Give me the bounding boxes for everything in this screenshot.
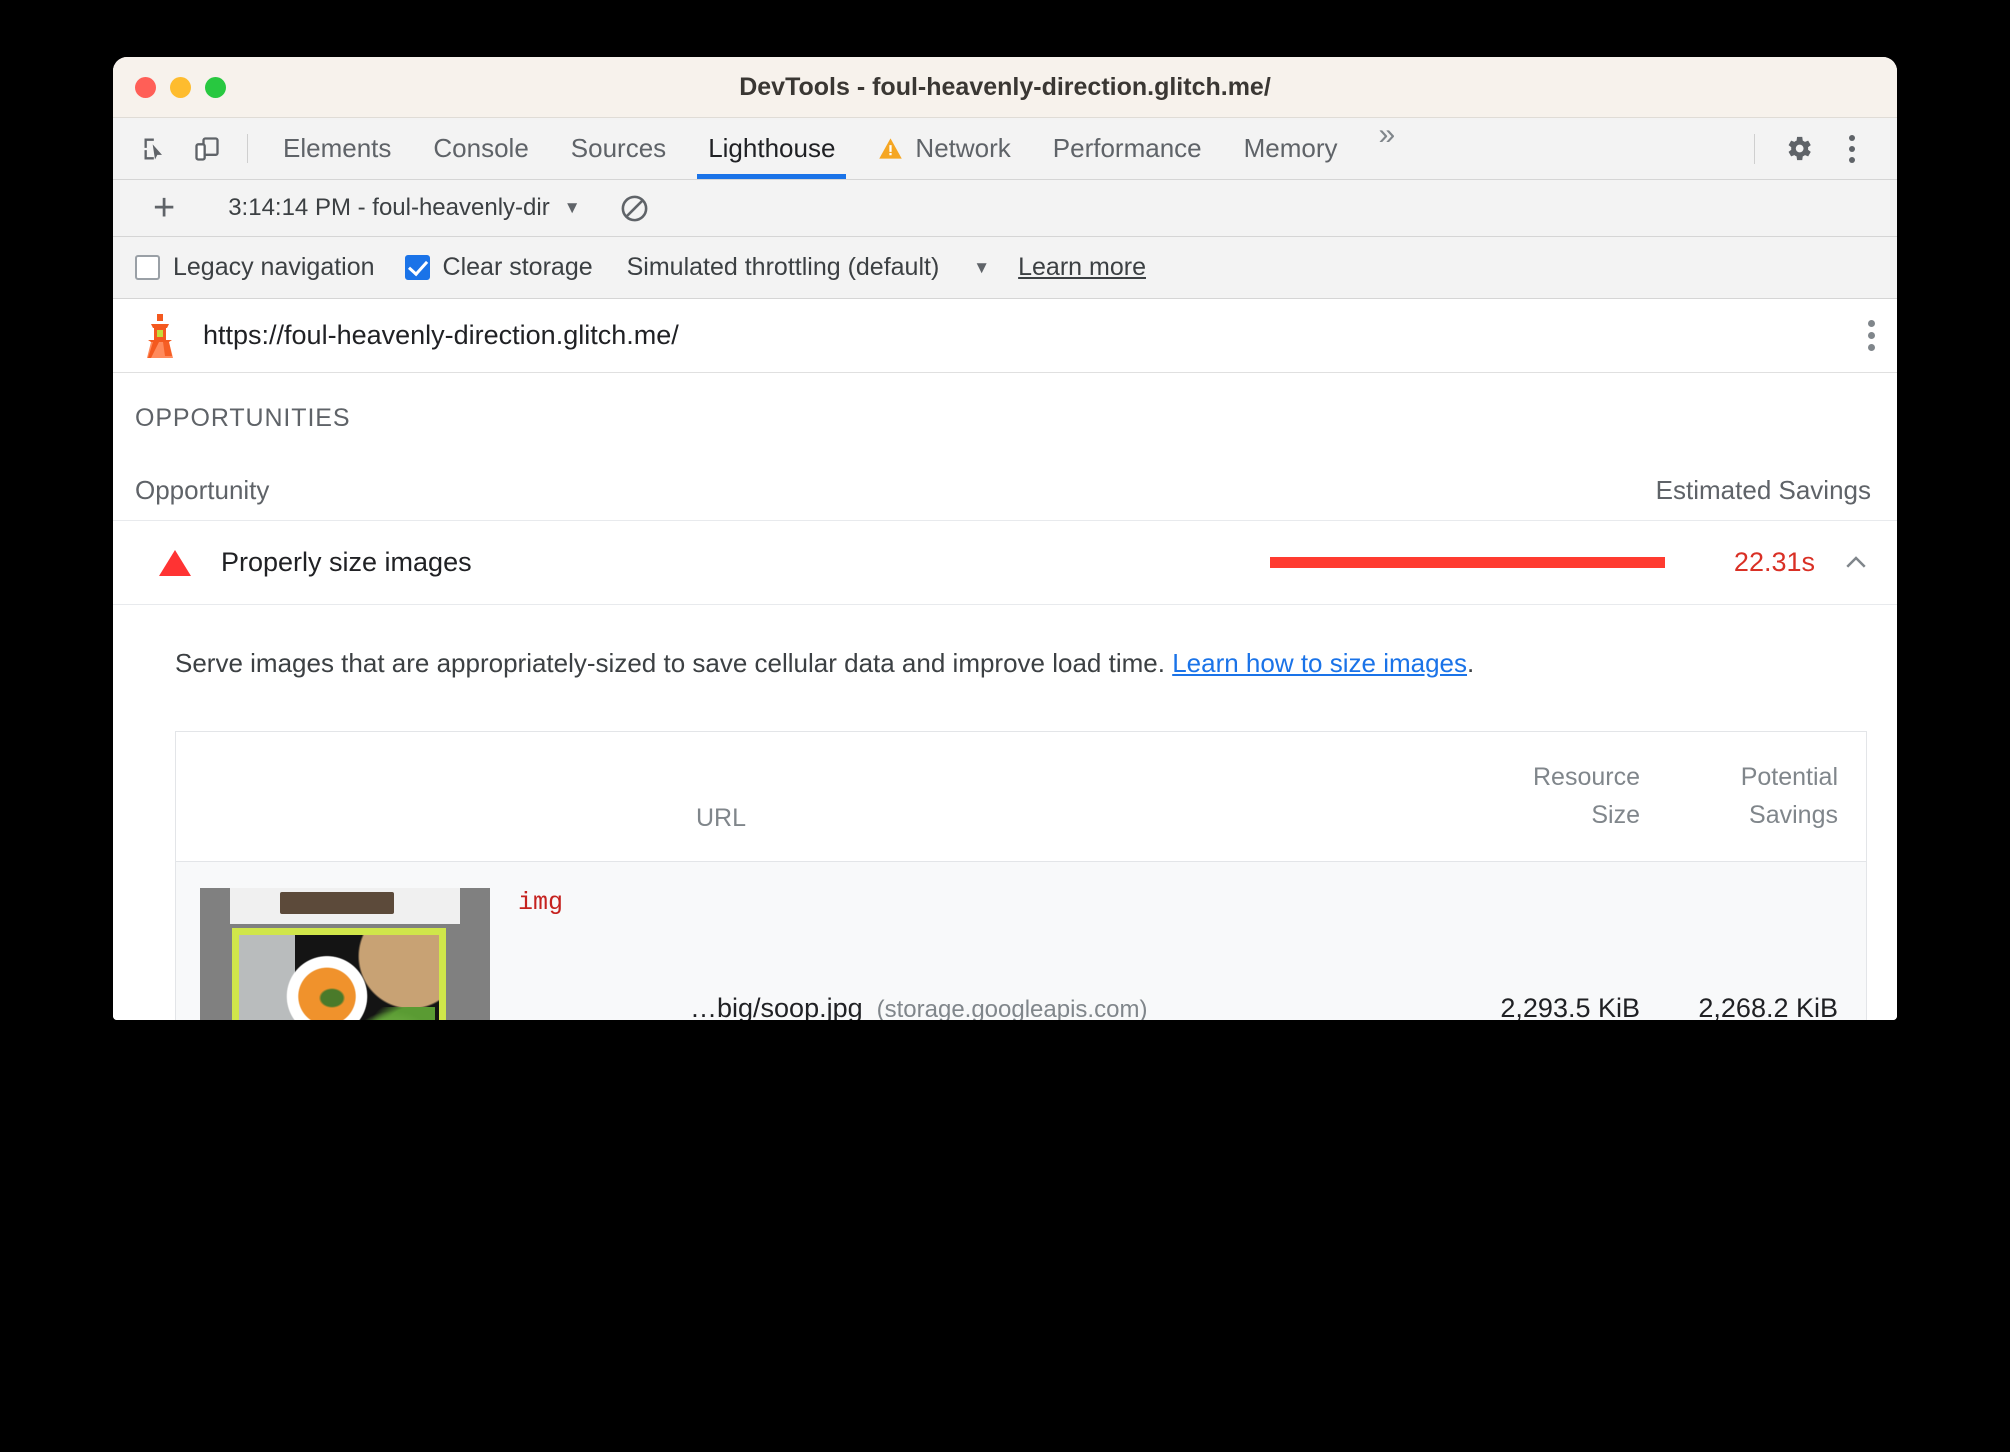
column-header-potential-savings: Potential Savings [1668, 758, 1838, 836]
opportunity-savings-value: 22.31s [1733, 547, 1815, 577]
soup-photo [239, 935, 439, 1020]
legacy-navigation-label: Legacy navigation [173, 253, 375, 281]
chevron-down-icon: ▼ [973, 257, 991, 277]
lighthouse-report: OPPORTUNITIES Opportunity Estimated Savi… [113, 373, 1897, 1020]
toolbar-divider [247, 134, 248, 163]
tab-performance[interactable]: Performance [1032, 118, 1223, 179]
kebab-menu-icon[interactable] [1825, 134, 1879, 163]
description-period: . [1467, 648, 1475, 678]
opportunity-title: Properly size images [221, 547, 472, 577]
column-header-resource-size: Resource Size [1480, 758, 1640, 836]
more-tabs-icon[interactable]: » [1359, 118, 1416, 179]
opportunities-section-title: OPPORTUNITIES [135, 404, 351, 432]
thumbnail-card-top [230, 888, 460, 925]
throttling-select[interactable]: Simulated throttling (default) ▼ [627, 253, 991, 282]
report-menu-icon[interactable] [1868, 320, 1875, 351]
basil-leaves [365, 1007, 435, 1020]
column-header-url: URL [696, 804, 747, 833]
tab-label: Network [915, 133, 1011, 163]
column-header-opportunity: Opportunity [135, 475, 270, 505]
tabbar-actions [1738, 118, 1897, 179]
thumbnail-highlight-box: Soop [232, 928, 446, 1020]
thumbnail-top-bar [280, 892, 394, 915]
tab-label: Memory [1243, 133, 1338, 163]
tab-label: Performance [1052, 133, 1202, 163]
potential-savings-value: 2,268.2 KiB [1698, 993, 1838, 1020]
image-thumbnail[interactable]: Soop Cozy warm [200, 888, 490, 1020]
close-window-button[interactable] [135, 76, 156, 98]
minimize-window-button[interactable] [170, 76, 191, 98]
window-controls [135, 76, 226, 98]
devtools-window: DevTools - foul-heavenly-direction.glitc… [113, 57, 1897, 1020]
checkbox-box [135, 255, 160, 280]
report-select-label: 3:14:14 PM - foul-heavenly-dir [228, 194, 550, 221]
chevron-up-icon[interactable] [1841, 548, 1871, 578]
window-titlebar: DevTools - foul-heavenly-direction.glitc… [113, 57, 1897, 118]
tab-label: Lighthouse [708, 133, 836, 163]
checkbox-box [404, 255, 430, 280]
chevron-down-icon: ▼ [563, 198, 581, 217]
tab-sources[interactable]: Sources [550, 118, 687, 179]
opportunities-table-header: Opportunity Estimated Savings [113, 433, 1897, 521]
savings-bar-track [1270, 557, 1665, 568]
maximize-window-button[interactable] [205, 76, 226, 98]
tab-elements[interactable]: Elements [262, 118, 412, 179]
gear-icon[interactable] [1771, 133, 1825, 164]
table-row: Soop Cozy warm img …big/soop.jpg (storag… [176, 862, 1866, 1020]
device-toolbar-icon[interactable] [181, 118, 233, 179]
resource-host: (storage.googleapis.com) [876, 996, 1148, 1020]
url-cell: img …big/soop.jpg (storage.googleapis.co… [490, 888, 1480, 1020]
warning-triangle-icon [877, 135, 904, 162]
resource-size-line2: Size [1591, 801, 1640, 830]
report-select[interactable]: 3:14:14 PM - foul-heavenly-dir ▼ [228, 194, 580, 222]
size-images-doc-link[interactable]: Learn how to size images [1172, 648, 1467, 678]
opportunity-description: Serve images that are appropriately-size… [113, 605, 1897, 683]
resource-size-value: 2,293.5 KiB [1500, 993, 1640, 1020]
inspect-cursor-icon[interactable] [129, 118, 181, 179]
column-header-estimated-savings: Estimated Savings [1655, 475, 1871, 505]
tab-network[interactable]: Network [856, 118, 1031, 179]
description-text: Serve images that are appropriately-size… [175, 648, 1173, 678]
tab-label: Elements [283, 133, 392, 163]
resource-size-line1: Resource [1533, 762, 1640, 791]
potential-savings-line2: Savings [1749, 801, 1838, 830]
new-report-button[interactable]: + [133, 189, 195, 227]
clear-storage-label: Clear storage [442, 253, 593, 281]
report-url: https://foul-heavenly-direction.glitch.m… [203, 320, 679, 350]
url-line: …big/soop.jpg (storage.googleapis.com) [490, 993, 1480, 1020]
throttling-label: Simulated throttling (default) [626, 253, 940, 281]
report-urlbar: https://foul-heavenly-direction.glitch.m… [113, 299, 1897, 373]
actions-divider [1754, 133, 1755, 164]
element-tag-label: img [518, 888, 564, 918]
clear-reports-icon[interactable] [619, 193, 650, 224]
savings-bar-fill [1270, 557, 1665, 568]
potential-savings-line1: Potential [1740, 762, 1838, 791]
opportunity-detail-table: URL Resource Size Potential Savings img … [175, 730, 1867, 1020]
legacy-navigation-checkbox[interactable]: Legacy navigation [135, 253, 375, 282]
detail-table-header: URL Resource Size Potential Savings [176, 731, 1866, 863]
lighthouse-runbar: + 3:14:14 PM - foul-heavenly-dir ▼ [113, 180, 1897, 237]
tab-console[interactable]: Console [412, 118, 549, 179]
tab-label: Sources [570, 133, 667, 163]
devtools-tabbar: Elements Console Sources Lighthouse Netw… [113, 118, 1897, 180]
resource-url[interactable]: …big/soop.jpg [690, 993, 863, 1020]
tab-memory[interactable]: Memory [1223, 118, 1359, 179]
tab-label: Console [433, 133, 529, 163]
herb-garnish [315, 984, 349, 1011]
opportunity-row-properly-size-images[interactable]: Properly size images 22.31s [113, 521, 1897, 605]
window-title: DevTools - foul-heavenly-direction.glitc… [739, 72, 1271, 101]
lighthouse-icon [139, 312, 181, 360]
learn-more-link[interactable]: Learn more [1018, 253, 1146, 282]
lighthouse-settings-row: Legacy navigation Clear storage Simulate… [113, 237, 1897, 299]
tab-lighthouse[interactable]: Lighthouse [687, 118, 856, 179]
red-triangle-warning-icon [159, 549, 191, 576]
clear-storage-checkbox[interactable]: Clear storage [404, 253, 593, 282]
